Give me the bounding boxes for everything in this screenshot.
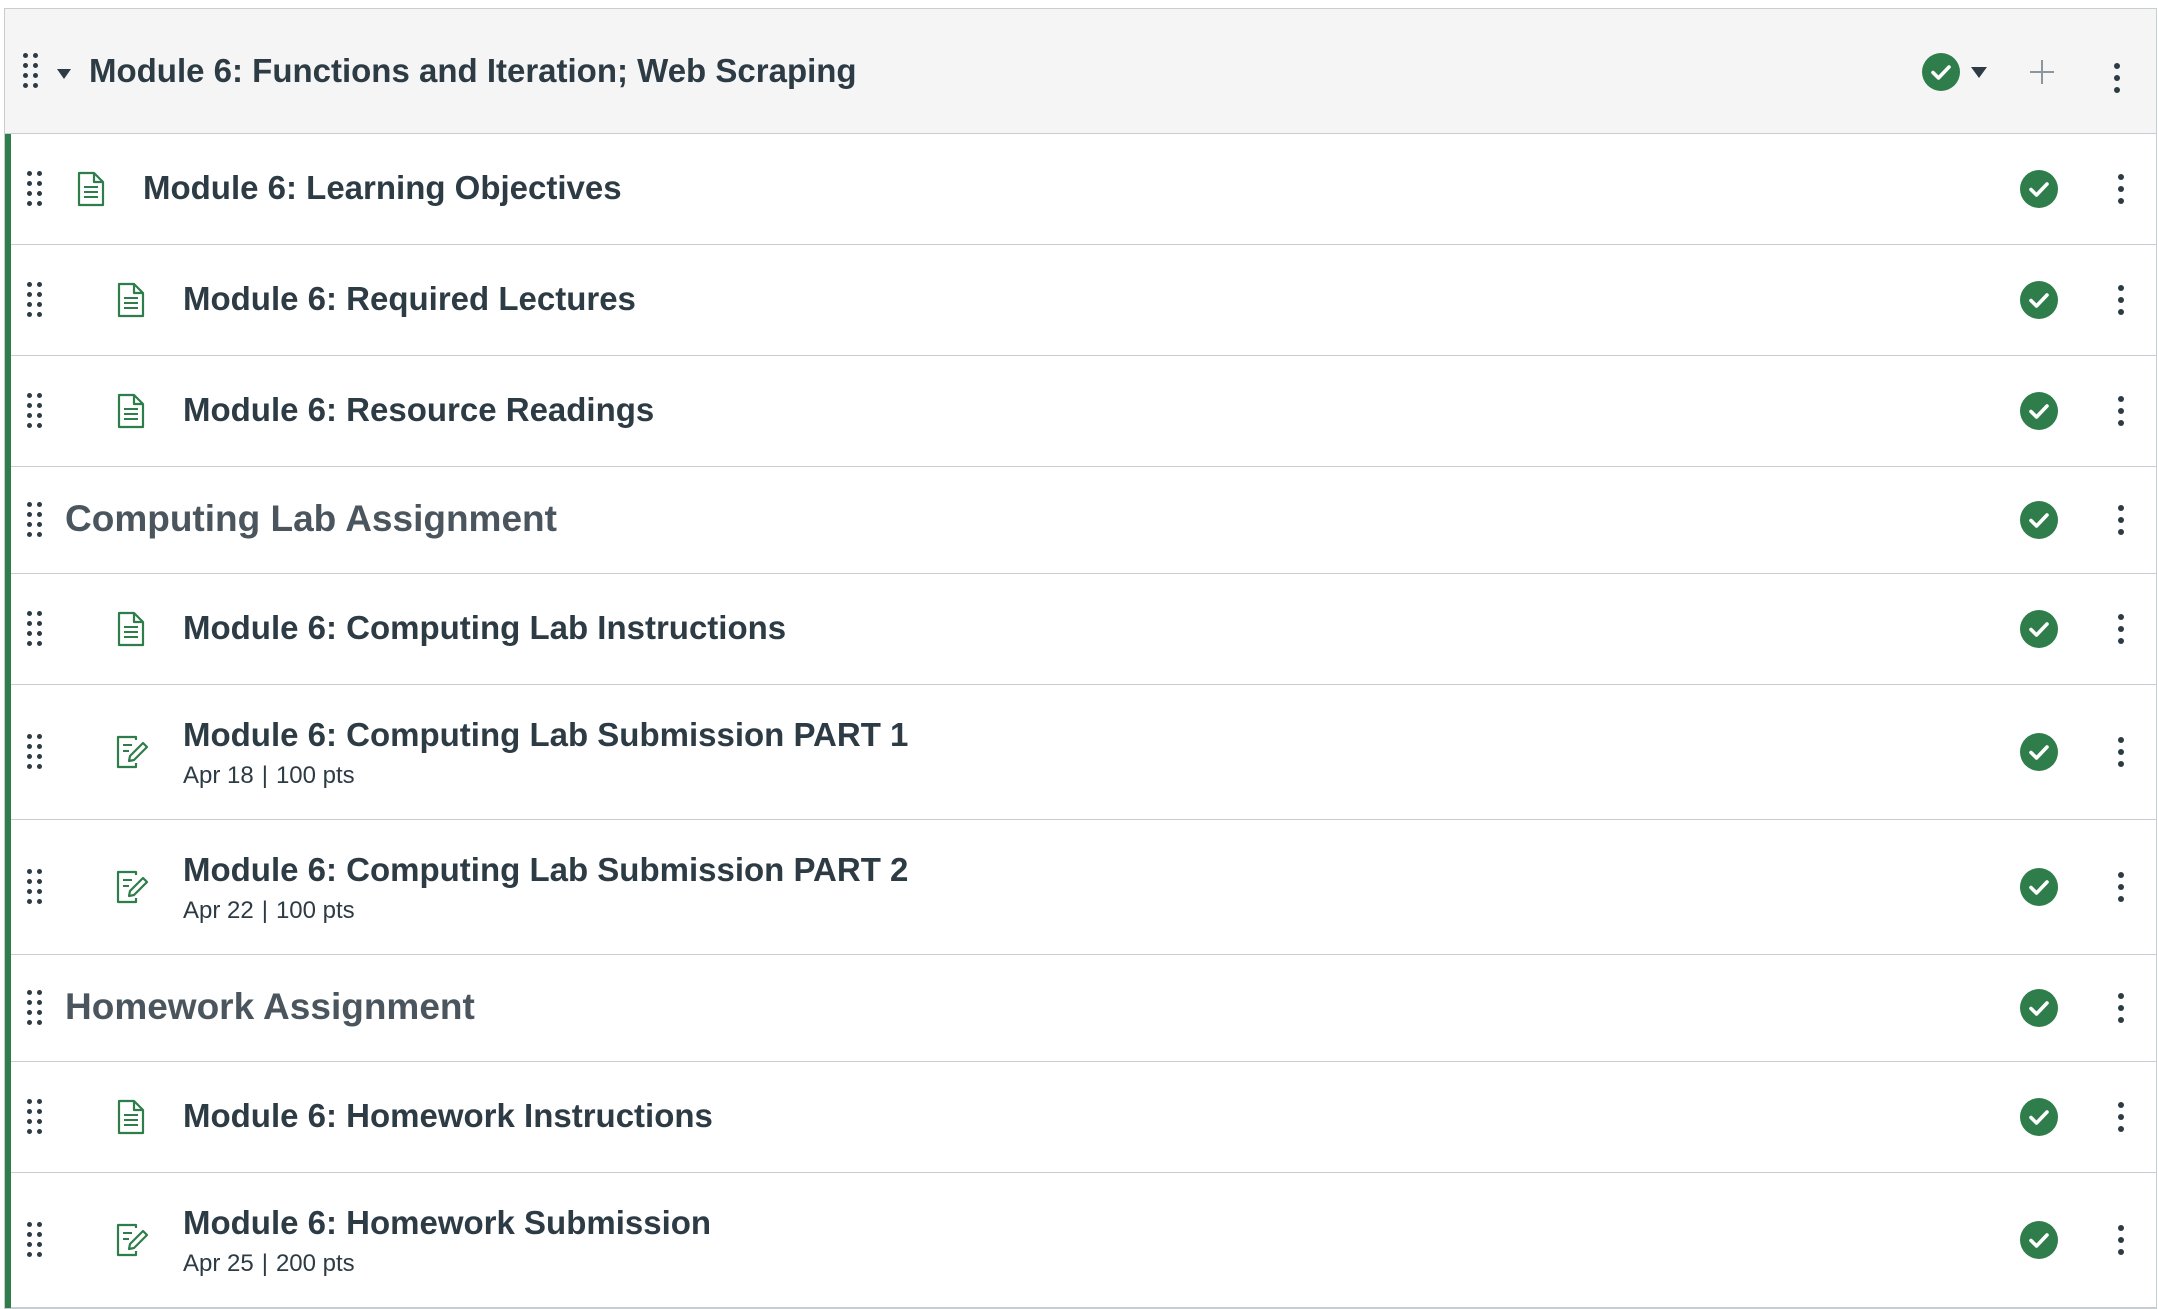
item-menu-icon[interactable]: [2111, 174, 2131, 204]
collapse-toggle-icon[interactable]: [57, 69, 71, 79]
module-item-row[interactable]: Module 6: Resource Readings: [11, 356, 2156, 467]
document-icon: [75, 171, 107, 207]
add-item-button[interactable]: [2022, 52, 2062, 92]
published-check-icon[interactable]: [2020, 281, 2058, 319]
module-item-row[interactable]: Homework Assignment: [11, 955, 2156, 1062]
module-item-row[interactable]: Module 6: Computing Lab Instructions: [11, 574, 2156, 685]
published-check-icon[interactable]: [1922, 53, 1960, 91]
drag-handle-icon[interactable]: [27, 1099, 42, 1134]
item-title-link[interactable]: Module 6: Learning Objectives: [143, 169, 622, 207]
published-check-icon[interactable]: [2020, 610, 2058, 648]
drag-handle-icon[interactable]: [27, 502, 42, 537]
drag-handle-icon[interactable]: [27, 734, 42, 769]
module-item-row[interactable]: Module 6: Learning Objectives: [11, 134, 2156, 245]
item-title-link[interactable]: Module 6: Homework Submission: [183, 1204, 711, 1242]
document-icon: [115, 282, 147, 318]
item-menu-icon[interactable]: [2111, 396, 2131, 426]
published-check-icon[interactable]: [2020, 1221, 2058, 1259]
item-menu-icon[interactable]: [2111, 993, 2131, 1023]
assignment-icon: [115, 1222, 149, 1258]
published-check-icon[interactable]: [2020, 733, 2058, 771]
item-menu-icon[interactable]: [2111, 505, 2131, 535]
meta-separator: |: [261, 762, 268, 789]
drag-handle-icon[interactable]: [27, 393, 42, 428]
module-item-row[interactable]: Module 6: Required Lectures: [11, 245, 2156, 356]
item-title-link[interactable]: Module 6: Required Lectures: [183, 280, 636, 318]
item-menu-icon[interactable]: [2111, 285, 2131, 315]
meta-separator: |: [261, 1250, 268, 1277]
module-items-list: Module 6: Learning Objectives Module 6: R…: [5, 134, 2156, 1308]
module-item-row[interactable]: Computing Lab Assignment: [11, 467, 2156, 574]
drag-handle-icon[interactable]: [23, 53, 38, 88]
drag-handle-icon[interactable]: [27, 990, 42, 1025]
item-title-link[interactable]: Module 6: Resource Readings: [183, 391, 654, 429]
item-details: Apr 22 | 100 pts: [183, 897, 355, 925]
points: 200 pts: [275, 1250, 355, 1277]
item-menu-icon[interactable]: [2111, 1102, 2131, 1132]
item-menu-icon[interactable]: [2111, 737, 2131, 767]
module-title: Module 6: Functions and Iteration; Web S…: [89, 52, 857, 89]
drag-handle-icon[interactable]: [27, 282, 42, 317]
item-title-link[interactable]: Module 6: Computing Lab Instructions: [183, 609, 786, 647]
document-icon: [115, 393, 147, 429]
module-item-row[interactable]: Module 6: Computing Lab Submission PART …: [11, 820, 2156, 955]
item-title-link[interactable]: Module 6: Computing Lab Submission PART …: [183, 716, 908, 754]
meta-separator: |: [261, 897, 268, 924]
item-details: Apr 18 | 100 pts: [183, 762, 355, 790]
item-title-link[interactable]: Module 6: Computing Lab Submission PART …: [183, 851, 908, 889]
published-check-icon[interactable]: [2020, 392, 2058, 430]
module-item-row[interactable]: Module 6: Homework Instructions: [11, 1062, 2156, 1173]
published-check-icon[interactable]: [2020, 868, 2058, 906]
module-header: Module 6: Functions and Iteration; Web S…: [5, 9, 2156, 134]
published-check-icon[interactable]: [2020, 989, 2058, 1027]
drag-handle-icon[interactable]: [27, 869, 42, 904]
subheader-title: Computing Lab Assignment: [65, 498, 557, 539]
item-menu-icon[interactable]: [2111, 872, 2131, 902]
module-item-row[interactable]: Module 6: Computing Lab Submission PART …: [11, 685, 2156, 820]
drag-handle-icon[interactable]: [27, 1222, 42, 1257]
points: 100 pts: [275, 897, 355, 924]
item-menu-icon[interactable]: [2111, 614, 2131, 644]
subheader-title: Homework Assignment: [65, 986, 475, 1027]
due-date: Apr 25: [183, 1250, 254, 1277]
assignment-icon: [115, 734, 149, 770]
published-check-icon[interactable]: [2020, 501, 2058, 539]
publish-menu-caret-icon[interactable]: [1971, 67, 1987, 78]
published-check-icon[interactable]: [2020, 170, 2058, 208]
drag-handle-icon[interactable]: [27, 171, 42, 206]
module-menu-icon[interactable]: [2107, 63, 2127, 93]
item-title-link[interactable]: Module 6: Homework Instructions: [183, 1097, 713, 1135]
item-details: Apr 25 | 200 pts: [183, 1250, 355, 1278]
context-module: Module 6: Functions and Iteration; Web S…: [4, 8, 2157, 1309]
module-item-row[interactable]: Module 6: Homework Submission Apr 25 | 200 …: [11, 1173, 2156, 1308]
published-check-icon[interactable]: [2020, 1098, 2058, 1136]
assignment-icon: [115, 869, 149, 905]
document-icon: [115, 611, 147, 647]
document-icon: [115, 1099, 147, 1135]
drag-handle-icon[interactable]: [27, 611, 42, 646]
points: 100 pts: [275, 762, 355, 789]
due-date: Apr 18: [183, 762, 254, 789]
due-date: Apr 22: [183, 897, 254, 924]
item-menu-icon[interactable]: [2111, 1225, 2131, 1255]
